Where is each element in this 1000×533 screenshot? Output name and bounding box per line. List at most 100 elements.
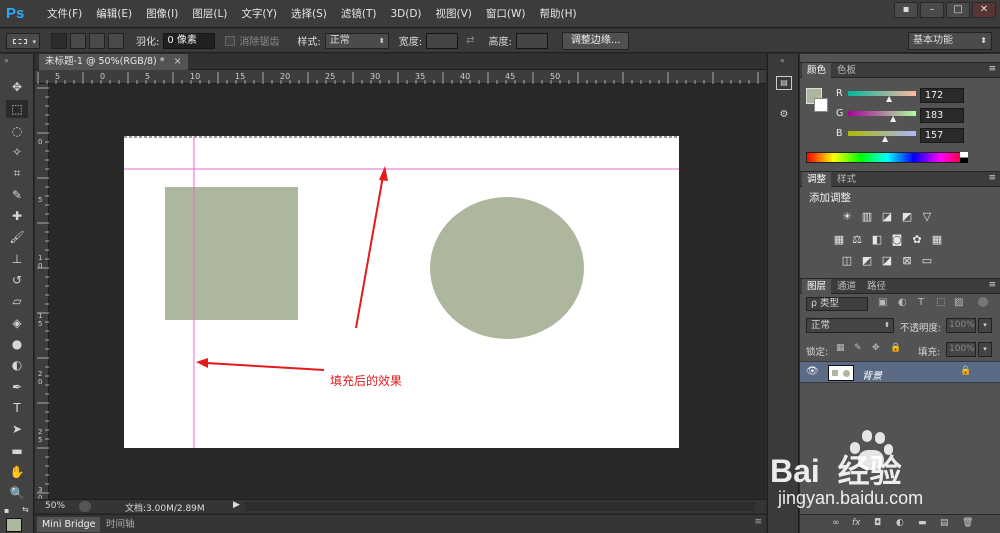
tab-paths[interactable]: 路径 bbox=[862, 279, 891, 294]
posterize-icon[interactable]: ◩ bbox=[860, 254, 874, 267]
ruler-vertical[interactable]: 051015202530 bbox=[35, 84, 49, 499]
default-colors-icon[interactable]: ▪ bbox=[4, 506, 9, 515]
panel-collapse-icon[interactable]: » bbox=[4, 56, 9, 65]
close-button[interactable]: ✕ bbox=[972, 2, 996, 18]
subtract-selection-icon[interactable] bbox=[89, 32, 105, 49]
maximize-button[interactable]: □ bbox=[946, 2, 970, 18]
red-value-input[interactable]: 172 bbox=[920, 88, 964, 103]
lock-all-icon[interactable]: 🔒 bbox=[890, 343, 901, 353]
gradient-map-icon[interactable]: ▭ bbox=[920, 254, 934, 267]
menu-item-7[interactable]: 3D(D) bbox=[383, 0, 428, 28]
document-tab[interactable]: 未标题-1 @ 50%(RGB/8) * × bbox=[39, 54, 188, 70]
panel-menu-icon[interactable]: ≡ bbox=[754, 517, 762, 527]
paint-bucket-tool-icon[interactable]: ◈ bbox=[6, 314, 28, 332]
window-extra-button[interactable]: ▪ bbox=[894, 2, 918, 18]
selective-color-icon[interactable]: ⊠ bbox=[900, 254, 914, 267]
style-select[interactable]: 正常 ⬍ bbox=[324, 32, 389, 49]
height-input[interactable] bbox=[515, 32, 548, 49]
menu-item-10[interactable]: 帮助(H) bbox=[533, 0, 584, 28]
workspace-select[interactable]: 基本功能 ⬍ bbox=[908, 32, 992, 50]
invert-icon[interactable]: ◫ bbox=[840, 254, 854, 267]
status-menu-icon[interactable] bbox=[79, 501, 91, 512]
width-input[interactable] bbox=[426, 32, 459, 49]
lock-position-icon[interactable]: ✥ bbox=[872, 343, 880, 353]
slider-thumb-icon[interactable]: ▲ bbox=[890, 114, 896, 123]
intersect-selection-icon[interactable] bbox=[108, 32, 124, 49]
healing-brush-tool-icon[interactable]: ✚ bbox=[6, 207, 28, 225]
photo-filter-icon[interactable]: ◙ bbox=[890, 233, 904, 246]
visibility-eye-icon[interactable]: 👁 bbox=[806, 366, 819, 377]
menu-item-8[interactable]: 视图(V) bbox=[429, 0, 479, 28]
eraser-tool-icon[interactable]: ▱ bbox=[6, 292, 28, 310]
menu-item-5[interactable]: 选择(S) bbox=[284, 0, 334, 28]
marquee-tool-icon[interactable]: ⬚ bbox=[6, 100, 28, 118]
menu-item-0[interactable]: 文件(F) bbox=[40, 0, 89, 28]
path-selection-tool-icon[interactable]: ➤ bbox=[6, 420, 28, 438]
properties-panel-icon[interactable]: ⚙ bbox=[776, 108, 792, 122]
tab-layers[interactable]: 图层 bbox=[802, 279, 832, 294]
green-value-input[interactable]: 183 bbox=[920, 108, 964, 123]
history-panel-icon[interactable]: ▤ bbox=[776, 76, 792, 90]
blur-tool-icon[interactable]: ● bbox=[6, 335, 28, 353]
new-selection-icon[interactable] bbox=[51, 32, 67, 49]
menu-item-2[interactable]: 图像(I) bbox=[139, 0, 185, 28]
clone-stamp-tool-icon[interactable]: ⊥ bbox=[6, 250, 28, 268]
color-lookup-icon[interactable]: ▦ bbox=[930, 233, 944, 246]
refine-edge-button[interactable]: 调整边缘... bbox=[561, 31, 630, 50]
layer-name[interactable]: 背景 bbox=[862, 367, 882, 382]
filter-type-icon[interactable]: T bbox=[918, 297, 924, 308]
tab-mini-bridge[interactable]: Mini Bridge bbox=[37, 517, 101, 532]
opacity-dropdown-icon[interactable]: ▾ bbox=[978, 318, 992, 333]
status-expand-icon[interactable]: ▶ bbox=[233, 500, 240, 510]
filter-pixel-icon[interactable]: ▣ bbox=[878, 297, 887, 308]
filter-shape-icon[interactable]: ⬚ bbox=[936, 297, 945, 308]
tab-channels[interactable]: 通道 bbox=[832, 279, 861, 294]
hand-tool-icon[interactable]: ✋ bbox=[6, 463, 28, 481]
swap-colors-icon[interactable]: ⇆ bbox=[22, 505, 29, 514]
curves-icon[interactable]: ◪ bbox=[880, 210, 894, 223]
color-spectrum-ramp[interactable] bbox=[806, 152, 968, 163]
foreground-color-swatch[interactable] bbox=[6, 518, 22, 532]
minimize-button[interactable]: – bbox=[920, 2, 944, 18]
menu-item-6[interactable]: 滤镜(T) bbox=[334, 0, 384, 28]
tab-adjustments[interactable]: 调整 bbox=[802, 172, 832, 187]
type-tool-icon[interactable]: T bbox=[6, 399, 28, 417]
move-tool-icon[interactable]: ✥ bbox=[6, 78, 28, 96]
document-canvas[interactable]: 填充后的效果 bbox=[124, 136, 679, 448]
rectangle-tool-icon[interactable]: ▬ bbox=[6, 442, 28, 460]
lock-pixels-icon[interactable]: ✎ bbox=[854, 343, 862, 353]
history-brush-tool-icon[interactable]: ↺ bbox=[6, 271, 28, 289]
antialias-checkbox[interactable] bbox=[225, 35, 236, 46]
crop-tool-icon[interactable]: ⌗ bbox=[6, 164, 28, 182]
horizontal-scrollbar[interactable] bbox=[245, 502, 755, 511]
filter-adjust-icon[interactable]: ◐ bbox=[898, 297, 907, 308]
layer-row[interactable]: 👁 背景 🔒 bbox=[800, 361, 1000, 383]
add-selection-icon[interactable] bbox=[70, 32, 86, 49]
swap-icon[interactable]: ⇄ bbox=[466, 35, 474, 46]
blue-value-input[interactable]: 157 bbox=[920, 128, 964, 143]
panel-collapse-icon[interactable]: « bbox=[780, 56, 785, 65]
panel-menu-icon[interactable]: ≡ bbox=[988, 64, 996, 74]
dodge-tool-icon[interactable]: ◐ bbox=[6, 356, 28, 374]
slider-thumb-icon[interactable]: ▲ bbox=[882, 134, 888, 143]
tab-swatches[interactable]: 色板 bbox=[832, 63, 861, 78]
white-black-swatch[interactable] bbox=[960, 152, 968, 163]
tab-color[interactable]: 颜色 bbox=[802, 63, 832, 78]
green-slider[interactable] bbox=[848, 111, 916, 116]
rect-marquee-preset-icon[interactable]: ▾ bbox=[6, 32, 40, 49]
vibrance-icon[interactable]: ▽ bbox=[920, 210, 934, 223]
black-white-icon[interactable]: ◧ bbox=[870, 233, 884, 246]
channel-mixer-icon[interactable]: ✿ bbox=[910, 233, 924, 246]
lock-transparency-icon[interactable]: ▦ bbox=[836, 343, 845, 353]
close-icon[interactable]: × bbox=[174, 56, 182, 67]
fill-dropdown-icon[interactable]: ▾ bbox=[978, 342, 992, 357]
color-balance-icon[interactable]: ⚖ bbox=[850, 233, 864, 246]
layer-filter-select[interactable]: ρ 类型 bbox=[806, 297, 868, 311]
filter-toggle-icon[interactable] bbox=[978, 297, 988, 307]
panel-menu-icon[interactable]: ≡ bbox=[988, 280, 996, 290]
feather-input[interactable]: 0 像素 bbox=[163, 32, 216, 49]
magic-wand-tool-icon[interactable]: ✧ bbox=[6, 143, 28, 161]
exposure-icon[interactable]: ◩ bbox=[900, 210, 914, 223]
levels-icon[interactable]: ▥ bbox=[860, 210, 874, 223]
red-slider[interactable] bbox=[848, 91, 916, 96]
